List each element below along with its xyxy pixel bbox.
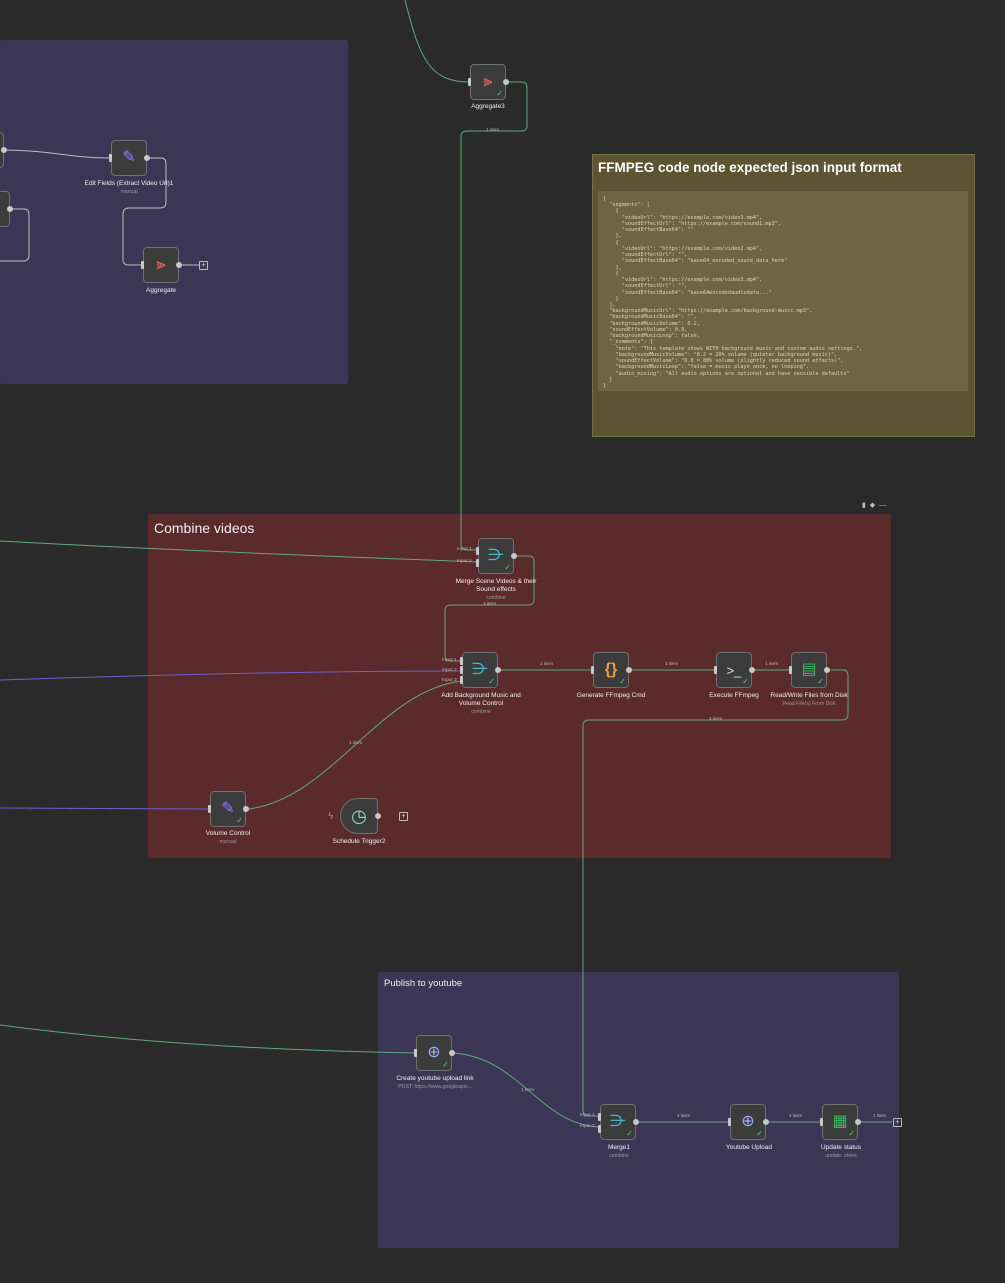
success-check-icon: ✓: [488, 677, 495, 686]
success-check-icon: ✓: [756, 1129, 763, 1138]
trigger-bolt-icon: ϟ: [328, 811, 334, 822]
input-label: Input 1: [442, 658, 457, 663]
node-label: Volume Control manual: [205, 830, 251, 845]
wire-label: 1 item: [789, 1114, 803, 1119]
node-aggregate[interactable]: ⫸: [141, 247, 182, 283]
node-aggregate3[interactable]: ⫸ ✓: [468, 64, 509, 100]
file-icon: ▤: [801, 661, 817, 678]
node-schedule-trigger[interactable]: ◷: [340, 798, 381, 834]
add-node-button[interactable]: +: [893, 1118, 902, 1127]
wire: [404, 0, 471, 83]
success-check-icon: ✓: [504, 563, 511, 572]
node-create-upload-link[interactable]: ⊕ ✓: [414, 1035, 455, 1071]
success-check-icon: ✓: [236, 816, 243, 825]
node-label: Generate FFmpeg Cmd: [576, 692, 646, 699]
wire-label: 1 item: [677, 1114, 691, 1119]
input-label: Input 1: [457, 547, 472, 552]
node-execute-ffmpeg[interactable]: >_ ✓: [714, 652, 755, 688]
node-update-status[interactable]: ▦ ✓: [820, 1104, 861, 1140]
success-check-icon: ✓: [626, 1129, 633, 1138]
partial-node[interactable]: [0, 132, 7, 168]
success-check-icon: ✓: [848, 1129, 855, 1138]
terminal-icon: >_: [726, 662, 742, 678]
aggregate-icon: ⫸: [483, 73, 493, 90]
node-label: Update status update: sheet: [820, 1144, 862, 1159]
braces-icon: {}: [604, 661, 618, 678]
wire: [0, 1024, 417, 1054]
merge-icon: ⋺: [610, 1113, 626, 1130]
node-label: Add Background Music and Volume Control c…: [441, 692, 521, 715]
node-edit-fields[interactable]: ✎: [109, 140, 150, 176]
clock-icon: ◷: [351, 806, 367, 826]
node-label: Merge Scene Videos & their Sound effects…: [455, 578, 537, 601]
node-label: Edit Fields (Extract Video Url)1 manual: [84, 180, 174, 195]
node-add-bg-music[interactable]: ⋺ ✓: [460, 652, 501, 688]
input-label: Input 1: [580, 1113, 595, 1118]
node-label: Read/Write Files from Disk Read File(s) F…: [770, 692, 848, 707]
add-node-button[interactable]: +: [399, 812, 408, 821]
wire: [0, 540, 479, 563]
add-node-button[interactable]: +: [199, 261, 208, 270]
input-label: Input 3: [442, 678, 457, 683]
node-label: Aggregate: [146, 287, 176, 294]
partial-node-label: eo1: [0, 172, 16, 180]
sheet-icon: ▦: [832, 1113, 848, 1130]
globe-icon: ⊕: [427, 1044, 441, 1061]
wire-label: 1 item: [486, 128, 500, 133]
pencil-icon: ✎: [221, 800, 235, 817]
wire: [2, 149, 112, 159]
node-volume-control[interactable]: ✎ ✓: [208, 791, 249, 827]
wire: [460, 81, 528, 551]
success-check-icon: ✓: [742, 677, 749, 686]
node-merge1[interactable]: ⋺ ✓: [598, 1104, 639, 1140]
wire-label: 1 item: [521, 1088, 535, 1093]
wire-label: 1 item: [540, 662, 554, 667]
node-label: Youtube Upload: [725, 1144, 773, 1151]
wire: [0, 670, 463, 681]
wire-label: 1 item: [665, 662, 679, 667]
aggregate-icon: ⫸: [156, 256, 166, 273]
wire: [582, 669, 849, 1117]
pencil-icon: ✎: [122, 149, 136, 166]
input-label: Input 2: [457, 559, 472, 564]
input-label: Input 2: [442, 668, 457, 673]
node-label: Create youtube upload link POST: https://…: [396, 1075, 474, 1090]
input-label: Input 2: [580, 1124, 595, 1129]
partial-node[interactable]: [0, 191, 13, 227]
wire-label: 1 item: [765, 662, 779, 667]
node-read-write-files[interactable]: ▤ ✓: [789, 652, 830, 688]
node-merge-scene[interactable]: ⋺ ✓: [476, 538, 517, 574]
wire-label: 1 item: [873, 1114, 887, 1119]
wire-label: 1 item: [483, 602, 497, 607]
success-check-icon: ✓: [817, 677, 824, 686]
merge-icon: ⋺: [488, 547, 504, 564]
wire: [0, 807, 211, 810]
node-label: Schedule Trigger2: [332, 838, 386, 845]
merge-icon: ⋺: [472, 661, 488, 678]
node-youtube-upload[interactable]: ⊕ ✓: [728, 1104, 769, 1140]
node-generate-ffmpeg[interactable]: {} ✓: [591, 652, 632, 688]
wire-label: 1 item: [349, 741, 363, 746]
node-label: Aggregate3: [471, 103, 505, 110]
success-check-icon: ✓: [442, 1060, 449, 1069]
node-label: Merge1 combine: [607, 1144, 631, 1159]
globe-icon: ⊕: [741, 1113, 755, 1130]
success-check-icon: ✓: [496, 89, 503, 98]
wire-label: 1 item: [709, 717, 723, 722]
success-check-icon: ✓: [619, 677, 626, 686]
